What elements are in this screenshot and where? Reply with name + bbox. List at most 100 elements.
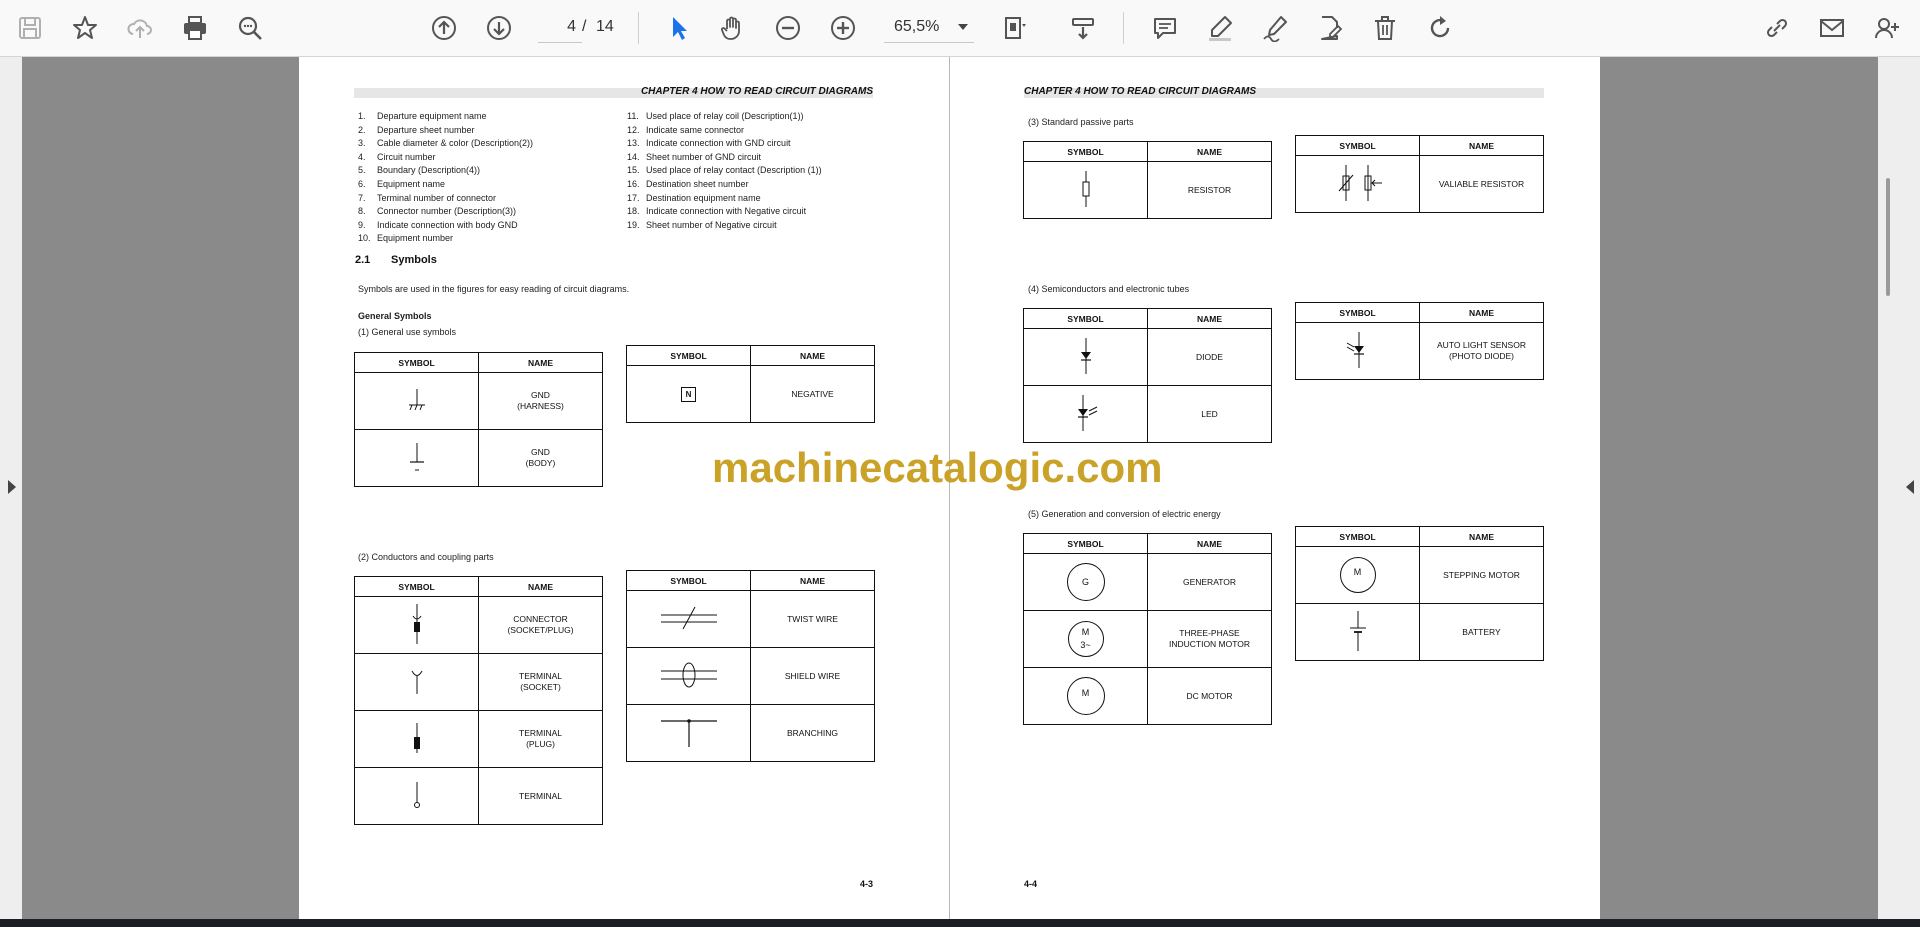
- upload-button[interactable]: [120, 8, 160, 48]
- legend-item: 6. Equipment name: [358, 178, 533, 192]
- print-button[interactable]: [175, 8, 215, 48]
- symbol-table-semiconductors-2: SYMBOL NAME AUTO LIGHT SENSOR (PHOTO DIODE…: [1295, 302, 1544, 380]
- name-cell: NEGATIVE: [750, 365, 875, 423]
- legend-item: 4. Circuit number: [358, 151, 533, 165]
- section-title: Symbols: [391, 254, 437, 266]
- legend-item-number: 1.: [358, 111, 366, 121]
- page-down-icon: [487, 16, 511, 40]
- section-heading: 2.1 Symbols: [355, 254, 437, 266]
- add-user-icon: [1875, 18, 1899, 39]
- scrollbar-thumb[interactable]: [1886, 178, 1890, 296]
- symbol-cell: [1023, 161, 1148, 219]
- bookmark-button[interactable]: [65, 8, 105, 48]
- name-cell: TERMINAL (PLUG): [478, 710, 603, 768]
- zoom-select[interactable]: 65,5%: [884, 12, 974, 43]
- col-symbol-header: SYMBOL: [626, 345, 751, 366]
- toolbar: / 14 65,5%: [0, 0, 1920, 57]
- zoom-in-button[interactable]: [823, 8, 863, 48]
- previous-page-button[interactable]: [424, 8, 464, 48]
- name-cell: TERMINAL (SOCKET): [478, 653, 603, 711]
- rotate-button[interactable]: [1420, 8, 1460, 48]
- name-cell: TERMINAL: [478, 767, 603, 825]
- legend-item-text: Indicate connection with GND circuit: [646, 138, 791, 149]
- name-cell: GND (BODY): [478, 429, 603, 487]
- legend-list-1: 1. Departure equipment name 2. Departure sh…: [358, 110, 533, 246]
- highlight-button[interactable]: [1200, 8, 1240, 48]
- name-cell: DC MOTOR: [1147, 667, 1272, 725]
- legend-item-number: 12.: [627, 124, 640, 135]
- legend-item-number: 9.: [358, 219, 366, 230]
- legend-item: 9. Indicate connection with body GND: [358, 219, 533, 233]
- negative-symbol-icon: N: [681, 386, 696, 402]
- symbol-table-general-2: SYMBOL NAME N NEGATIVE: [626, 345, 875, 423]
- zoom-value: 65,5%: [894, 18, 940, 35]
- chapter-header: CHAPTER 4 HOW TO READ CIRCUIT DIAGRAMS: [354, 87, 873, 98]
- bottom-bar: [0, 919, 1920, 927]
- next-page-button[interactable]: [479, 8, 519, 48]
- legend-item-number: 3.: [358, 138, 366, 149]
- symbol-cell: [354, 767, 479, 825]
- page-separator: /: [582, 18, 587, 35]
- select-tool-button[interactable]: [658, 8, 698, 48]
- add-user-button[interactable]: [1867, 8, 1907, 48]
- gnd-harness-icon: [408, 388, 425, 410]
- edit-pdf-button[interactable]: [1310, 8, 1350, 48]
- symbol-table-generation-2: SYMBOL NAME M STEPPING MOTOR BATTERY: [1295, 526, 1544, 661]
- print-icon: [184, 16, 206, 40]
- name-cell: GND (HARNESS): [478, 372, 603, 430]
- symbol-cell: [626, 590, 751, 648]
- symbol-table-conductors-2: SYMBOL NAME TWIST WIRE SHIELD WIRE BRANCH…: [626, 570, 875, 762]
- legend-item: 8. Connector number (Description(3)): [358, 205, 533, 219]
- legend-item-text: Connector number (Description(3)): [377, 206, 517, 217]
- fit-page-button[interactable]: [996, 8, 1036, 48]
- col-name-header: NAME: [478, 576, 603, 597]
- email-button[interactable]: [1812, 8, 1852, 48]
- zoom-out-button[interactable]: [768, 8, 808, 48]
- name-cell: VALIABLE RESISTOR: [1419, 155, 1544, 213]
- legend-item-text: Boundary (Description(4)): [377, 165, 481, 176]
- section-number: 2.1: [355, 254, 371, 266]
- expand-left-panel-icon[interactable]: [8, 480, 16, 494]
- legend-item-number: 4.: [358, 151, 366, 162]
- symbol-cell: [354, 429, 479, 487]
- col-name-header: NAME: [1419, 135, 1544, 156]
- legend-item-text: Sheet number of Negative circuit: [646, 219, 777, 230]
- selection-cursor-icon: [673, 17, 687, 40]
- zoom-out-icon: [776, 16, 800, 40]
- name-cell: STEPPING MOTOR: [1419, 546, 1544, 604]
- comment-button[interactable]: [1145, 8, 1185, 48]
- legend-item-number: 16.: [627, 178, 640, 189]
- col-name-header: NAME: [1419, 302, 1544, 323]
- col-name-header: NAME: [1147, 308, 1272, 329]
- share-link-icon: [1766, 18, 1788, 38]
- symbol-cell: [1295, 322, 1420, 380]
- legend-item-text: Indicate connection with body GND: [377, 219, 518, 230]
- name-cell: BATTERY: [1419, 603, 1544, 661]
- legend-item-text: Used place of relay contact (Description…: [646, 165, 822, 176]
- legend-item-number: 2.: [358, 124, 366, 135]
- page-number-input[interactable]: [538, 12, 582, 43]
- share-link-button[interactable]: [1757, 8, 1797, 48]
- col-symbol-header: SYMBOL: [1295, 302, 1420, 323]
- edit-pdf-icon: [1321, 16, 1343, 40]
- terminal-plug-icon: [413, 722, 420, 753]
- legend-item: 3. Cable diameter & color (Description(2)…: [358, 137, 533, 151]
- hand-tool-button[interactable]: [713, 8, 753, 48]
- symbol-cell: [354, 710, 479, 768]
- battery-icon: [1349, 610, 1366, 651]
- highlight-pen-icon: [1209, 16, 1232, 41]
- legend-item-text: Equipment name: [377, 178, 446, 189]
- symbol-cell: N: [626, 365, 751, 423]
- find-button[interactable]: [230, 8, 270, 48]
- legend-item-text: Terminal number of connector: [377, 192, 497, 203]
- delete-button[interactable]: [1365, 8, 1405, 48]
- symbol-cell: [1295, 155, 1420, 213]
- symbol-cell: [626, 704, 751, 762]
- subsection-general-use: (1) General use symbols: [358, 327, 457, 337]
- expand-right-panel-icon[interactable]: [1906, 480, 1914, 494]
- subsection-generation: (5) Generation and conversion of electri…: [1028, 509, 1221, 519]
- symbol-table-generation-1: SYMBOL NAME G GENERATOR M 3~ THREE-PHASE IN…: [1023, 533, 1272, 725]
- draw-button[interactable]: [1255, 8, 1295, 48]
- scroll-mode-button[interactable]: [1063, 8, 1103, 48]
- save-button[interactable]: [10, 8, 50, 48]
